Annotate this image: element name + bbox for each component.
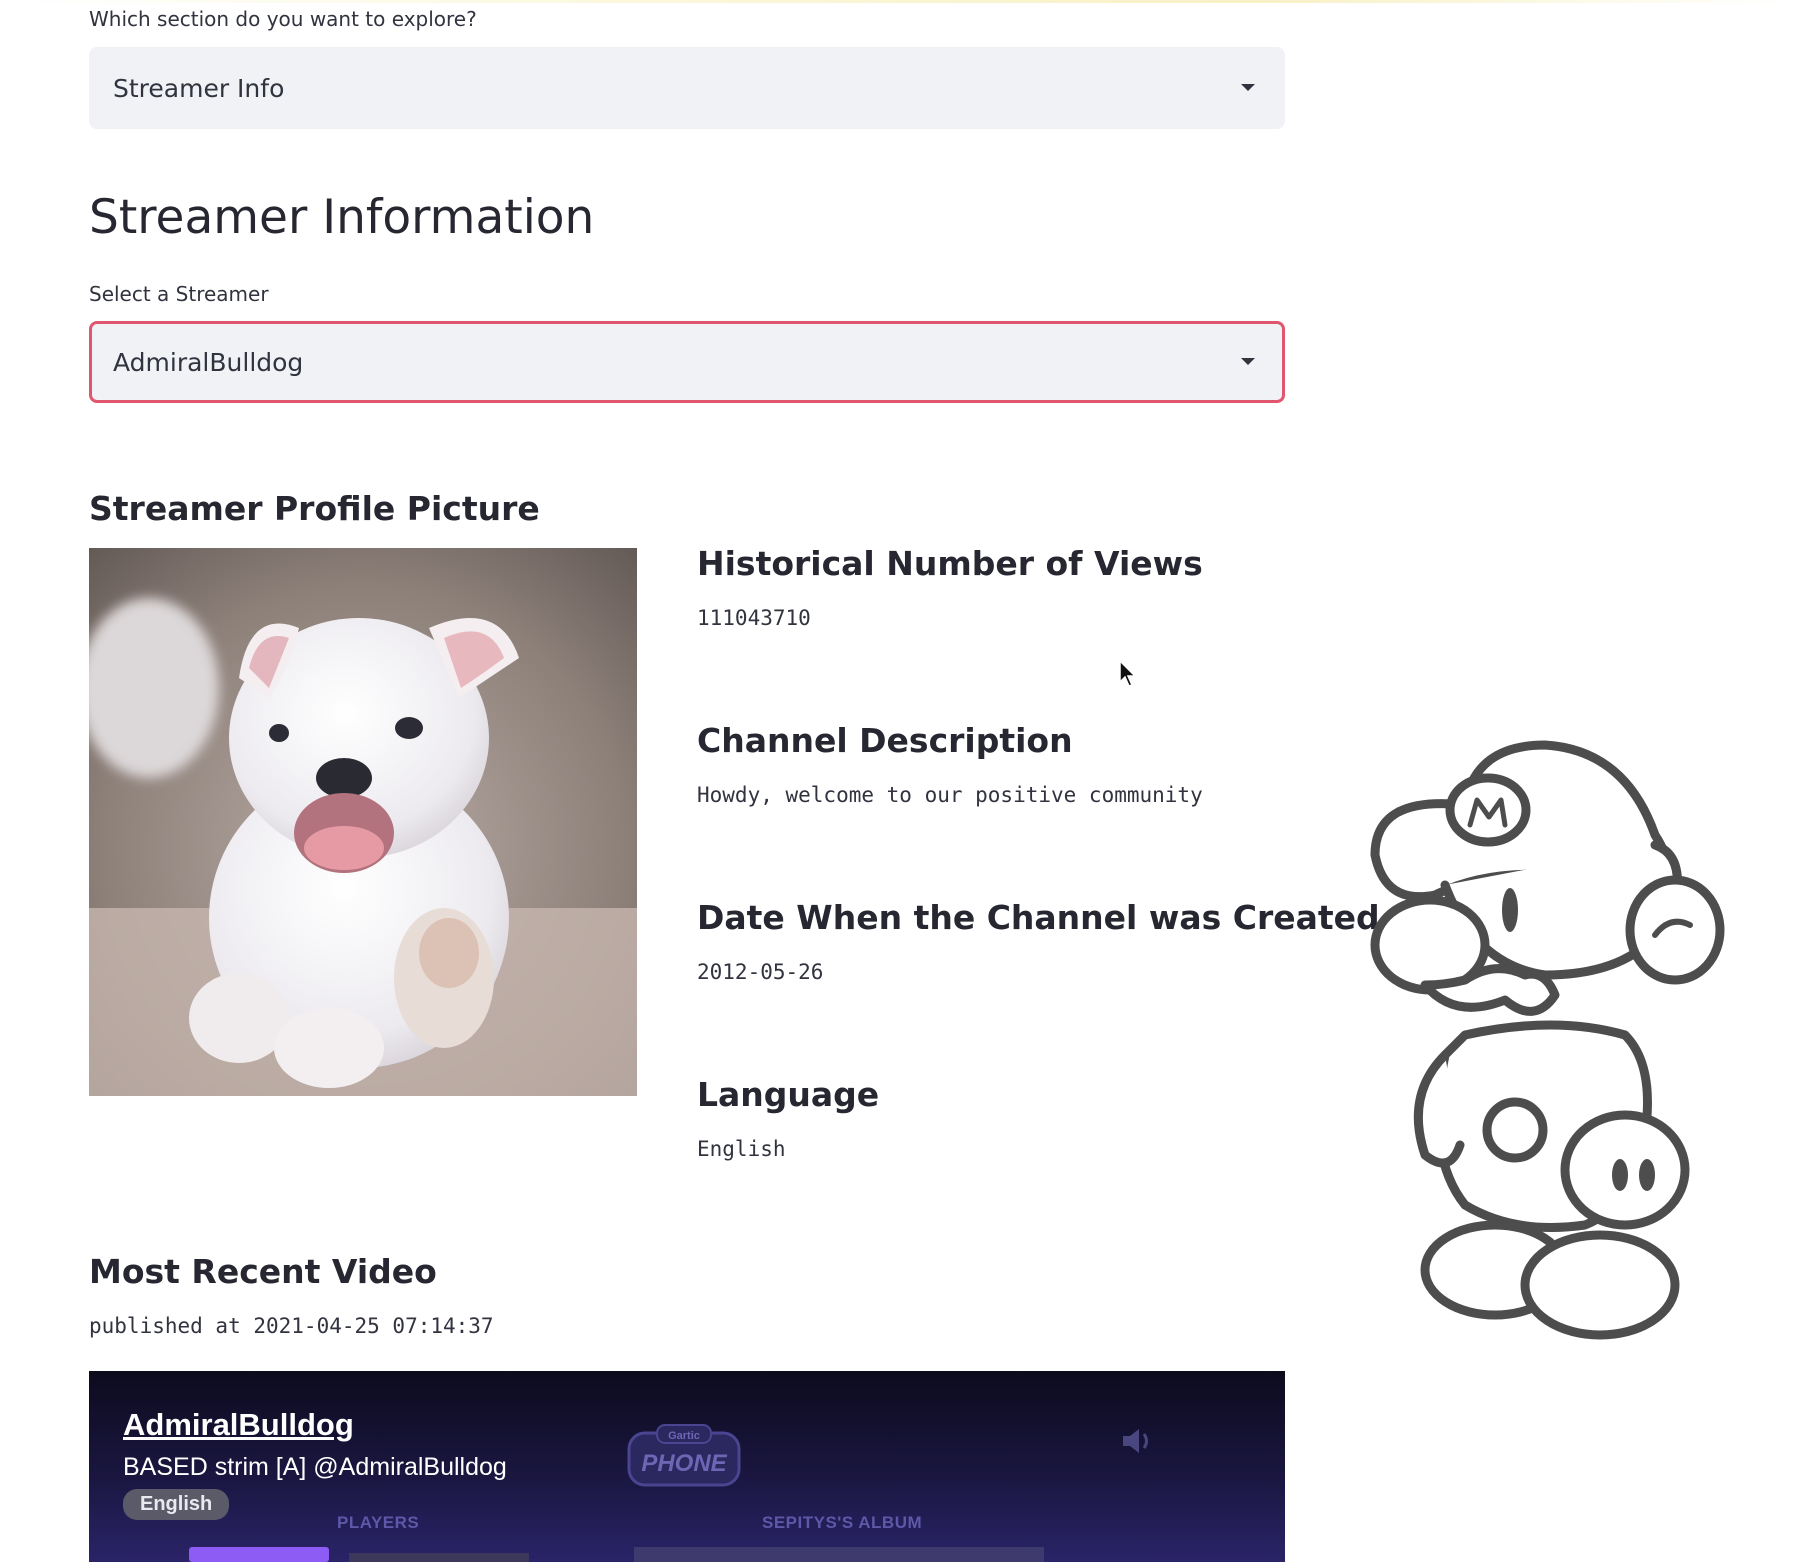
top-decoration-bar <box>0 0 1796 3</box>
video-title: BASED strim [A] @AdmiralBulldog <box>123 1453 507 1481</box>
svg-text:Gartic: Gartic <box>668 1430 700 1442</box>
svg-text:PHONE: PHONE <box>641 1450 727 1477</box>
profile-heading: Streamer Profile Picture <box>89 489 540 528</box>
created-value: 2012-05-26 <box>697 960 824 984</box>
description-heading: Channel Description <box>697 721 1073 760</box>
video-embed[interactable]: AdmiralBulldog BASED strim [A] @AdmiralB… <box>89 1371 1285 1562</box>
streamer-select-label: Select a Streamer <box>89 282 269 306</box>
section-select-value: Streamer Info <box>113 73 285 103</box>
audio-icon[interactable] <box>1117 1421 1157 1461</box>
language-value: English <box>697 1137 786 1161</box>
language-badge: English <box>123 1489 230 1520</box>
chevron-down-icon <box>1241 358 1255 365</box>
page-title: Streamer Information <box>89 190 595 245</box>
player-bar <box>189 1547 329 1562</box>
video-corner-overlay <box>1197 1379 1279 1429</box>
created-heading: Date When the Channel was Created <box>697 898 1380 937</box>
streamer-select-value: AdmiralBulldog <box>113 347 304 377</box>
published-timestamp: published at 2021-04-25 07:14:37 <box>89 1314 494 1338</box>
video-channel-link[interactable]: AdmiralBulldog <box>123 1407 354 1443</box>
album-bar <box>634 1547 1044 1562</box>
views-value: 111043710 <box>697 606 811 630</box>
chevron-down-icon <box>1241 84 1255 91</box>
recent-video-heading: Most Recent Video <box>89 1252 437 1291</box>
language-heading: Language <box>697 1075 880 1114</box>
profile-picture <box>89 548 637 1096</box>
views-heading: Historical Number of Views <box>697 544 1203 583</box>
game-logo: Gartic PHONE <box>627 1424 741 1487</box>
section-select-label: Which section do you want to explore? <box>89 7 477 31</box>
mario-illustration <box>1370 740 1725 1340</box>
section-select[interactable]: Streamer Info <box>89 47 1285 129</box>
player-bar-track <box>349 1553 529 1562</box>
streamer-select[interactable]: AdmiralBulldog <box>89 321 1285 403</box>
description-value: Howdy, welcome to our positive community <box>697 783 1203 807</box>
players-section-label: PLAYERS <box>337 1513 420 1532</box>
mouse-cursor-icon <box>1119 660 1137 687</box>
album-section-label: SEPITYS'S ALBUM <box>762 1513 923 1532</box>
